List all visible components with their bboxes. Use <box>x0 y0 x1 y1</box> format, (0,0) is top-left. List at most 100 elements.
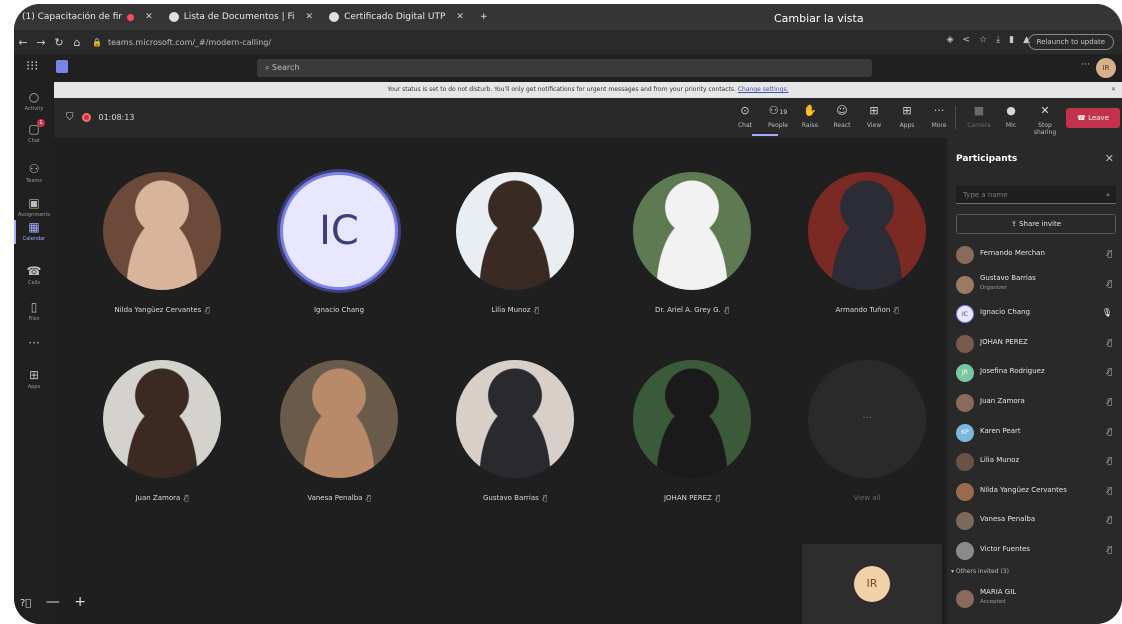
new-tab-button[interactable]: + <box>472 4 496 30</box>
user-avatar[interactable]: IR <box>1096 58 1116 78</box>
rail-item-apps[interactable]: ⊞ Apps <box>14 368 54 390</box>
rail-item-assignments[interactable]: ▣ Assignments <box>14 196 54 218</box>
camera-button[interactable]: ■ Camera <box>962 104 996 129</box>
star-icon[interactable]: ☆ <box>979 35 987 45</box>
react-button[interactable]: ☺ React <box>825 104 859 129</box>
app-launcher-icon[interactable]: ⁝⁝⁝ <box>26 59 38 74</box>
raise-button[interactable]: ✋ Raise <box>793 104 827 129</box>
more-button[interactable]: ··· More <box>922 104 956 129</box>
help-icon[interactable]: ?⃝ <box>20 598 31 609</box>
participant-row[interactable]: Fernando Merchan 🎙̸ <box>956 240 1116 270</box>
close-icon[interactable]: ✕ <box>1105 152 1114 165</box>
rail-item-calendar[interactable]: ▦ Calendar <box>14 220 54 242</box>
mic-label: Mic <box>1005 122 1017 129</box>
assignments-icon: ▣ <box>28 196 40 210</box>
rail-item-label: Calendar <box>22 236 46 242</box>
mic-button[interactable]: ● Mic <box>994 104 1028 129</box>
share-invite-button[interactable]: ⇪ Share invite <box>956 214 1116 234</box>
rail-item-more[interactable]: ··· <box>14 336 54 350</box>
extension-icon[interactable]: ◈ <box>947 35 954 45</box>
rail-item-calls[interactable]: ☎ Calls <box>14 264 54 286</box>
share-icon[interactable]: < <box>963 35 971 45</box>
participant-row[interactable]: Victor Fuentes 🎙̸ <box>956 536 1116 566</box>
close-tab-icon[interactable]: ✕ <box>145 12 153 22</box>
stopshare-button[interactable]: ✕ Stop sharing <box>1028 104 1062 136</box>
participant-tile[interactable]: Nilda Yangüez Cervantes 🎙̸ <box>72 172 252 314</box>
stopshare-icon: ✕ <box>1028 104 1062 118</box>
apps-icon: ⊞ <box>890 104 924 118</box>
mic-off-icon: 🎙̸ <box>724 306 729 314</box>
browser-tab-2[interactable]: Lista de Documentos | Fi ✕ <box>161 4 321 30</box>
download-icon[interactable]: ⤓ <box>996 35 1000 45</box>
participant-row[interactable]: IC Ignacio Chang 🎙 <box>956 299 1116 329</box>
change-settings-link[interactable]: Change settings. <box>738 86 789 93</box>
participant-tile[interactable]: Gustavo Barrias 🎙̸ <box>425 360 605 502</box>
left-rail: ○ Activity ▢ Chat 1 ⚇ Teams ▣ Assignments ▦ Calend… <box>14 82 54 624</box>
teams-header: ⁝⁝⁝ ⌕ Search ··· IR <box>14 54 1122 82</box>
sidebar-icon[interactable]: ▮ <box>1009 35 1014 45</box>
minus-icon[interactable]: — <box>46 594 60 610</box>
participant-name-row: Armando Tuñon 🎙̸ <box>777 306 957 314</box>
search-input[interactable]: ⌕ Search <box>257 59 872 77</box>
participant-search-input[interactable]: Type a name ⌕ <box>956 186 1116 204</box>
browser-tab-1[interactable]: (1) Capacitación de fir ✕ <box>14 4 161 30</box>
leave-button[interactable]: ☎ Leave <box>1066 108 1120 128</box>
participant-avatar <box>956 334 974 353</box>
invited-row[interactable]: MARIA GIL Accepted <box>956 584 1116 614</box>
meeting-timer: ⛉ 01:08:13 <box>66 112 134 123</box>
participant-tile[interactable]: Dr. Ariel A. Grey G. 🎙̸ <box>602 172 782 314</box>
participant-row[interactable]: Lilia Munoz 🎙̸ <box>956 447 1116 477</box>
view-all-tile[interactable]: ··· View all <box>777 360 957 502</box>
view-button[interactable]: ⊞ View <box>857 104 891 129</box>
plus-icon[interactable]: + <box>74 594 86 610</box>
apps-button[interactable]: ⊞ Apps <box>890 104 924 129</box>
apps-icon: ⊞ <box>28 368 40 382</box>
participant-row[interactable]: KP Karen Peart 🎙̸ <box>956 418 1116 448</box>
relaunch-button[interactable]: Relaunch to update <box>1027 34 1114 50</box>
people-count: 19 <box>779 109 788 116</box>
close-tab-icon[interactable]: ✕ <box>456 12 464 22</box>
participant-name: Karen Peart <box>980 426 1021 435</box>
react-icon: ☺ <box>825 104 859 118</box>
participant-row[interactable]: Juan Zamora 🎙̸ <box>956 388 1116 418</box>
others-invited-header[interactable]: ▾ Others invited (3) <box>951 568 1009 575</box>
favicon-icon <box>329 12 340 22</box>
mic-off-icon: 🎙̸ <box>1107 426 1112 436</box>
url-field[interactable]: teams.microsoft.com/_#/modern-calling/ <box>108 38 271 47</box>
meeting-stage: Nilda Yangüez Cervantes 🎙̸ IC Ignacio Chang… <box>54 138 947 624</box>
people-active-indicator <box>752 134 778 136</box>
participant-row[interactable]: Nilda Yangüez Cervantes 🎙̸ <box>956 477 1116 507</box>
participant-tile[interactable]: JOHAN PEREZ 🎙̸ <box>602 360 782 502</box>
rail-item-chat[interactable]: ▢ Chat 1 <box>14 119 54 144</box>
mic-on-icon: 🎙 <box>1101 308 1112 318</box>
back-arrow-icon[interactable]: ← <box>14 36 32 49</box>
react-glyph: ☺ <box>836 104 848 117</box>
forward-arrow-icon[interactable]: → <box>32 36 50 49</box>
notification-text: Your status is set to do not disturb. Yo… <box>387 86 736 93</box>
participant-row[interactable]: JOHAN PEREZ 🎙̸ <box>956 329 1116 359</box>
participant-row[interactable]: Gustavo Barrias Organizer 🎙̸ <box>956 270 1116 300</box>
more-options-icon[interactable]: ··· <box>1081 60 1090 70</box>
close-tab-icon[interactable]: ✕ <box>306 12 314 22</box>
participant-row[interactable]: JR Josefina Rodriguez 🎙̸ <box>956 358 1116 388</box>
participant-row[interactable]: Vanesa Penalba 🎙̸ <box>956 506 1116 536</box>
chat-button[interactable]: ⊙ Chat <box>728 104 762 129</box>
participant-tile[interactable]: IC Ignacio Chang <box>249 172 429 314</box>
participant-tile[interactable]: Vanesa Penalba 🎙̸ <box>249 360 429 502</box>
tab-title: Certificado Digital UTP <box>344 12 446 22</box>
participant-tile[interactable]: Juan Zamora 🎙̸ <box>72 360 252 502</box>
rail-item-activity[interactable]: ○ Activity <box>14 90 54 112</box>
self-view[interactable]: IR <box>802 544 942 624</box>
browser-tab-3[interactable]: Certificado Digital UTP ✕ <box>321 4 472 30</box>
home-icon[interactable]: ⌂ <box>68 36 86 49</box>
reload-icon[interactable]: ↻ <box>50 36 68 49</box>
rail-item-files[interactable]: ▯ Files <box>14 300 54 322</box>
rail-item-label: Files <box>28 316 40 322</box>
participant-tile[interactable]: Lilia Munoz 🎙̸ <box>425 172 605 314</box>
people-button[interactable]: ⚇19 People <box>761 104 795 129</box>
rail-item-teams[interactable]: ⚇ Teams <box>14 162 54 184</box>
stopshare-glyph: ✕ <box>1040 104 1050 117</box>
close-icon[interactable]: ✕ <box>1111 82 1116 98</box>
leave-label: Leave <box>1088 114 1109 122</box>
participant-tile[interactable]: Armando Tuñon 🎙̸ <box>777 172 957 314</box>
